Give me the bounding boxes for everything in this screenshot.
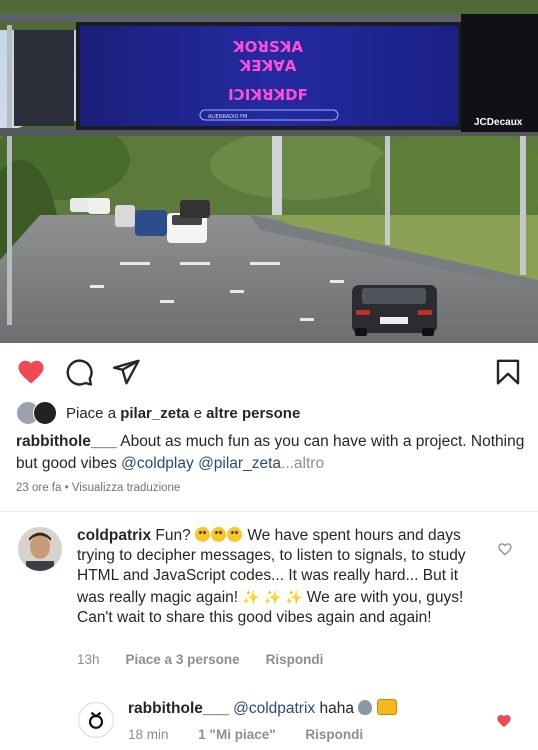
laughing-emoji-icon [211,527,227,542]
reply-text: haha [315,700,359,717]
comment-meta: 13h Piace a 3 persone Rispondi [77,652,349,667]
bus-emoji-icon [376,699,397,715]
comment-icon[interactable] [64,357,94,387]
avatar[interactable] [18,527,62,571]
post-caption: rabbithole___ About as much fun as you c… [16,431,526,475]
billboard-line-3: ꓲꓛꓲꓘꓤꓘꓓꓝ [228,86,308,104]
likes-others[interactable]: altre persone [206,405,300,422]
billboard-line-1: ꓘꓳꓤꓢꓘꓮ [232,38,303,56]
heart-outline-icon[interactable] [497,541,513,557]
likes-summary[interactable]: Piace a pilar_zeta e altre persone [16,400,300,426]
avatar[interactable] [78,702,114,738]
comment-username[interactable]: coldpatrix [77,527,151,544]
avatar [33,401,57,425]
likes-middle: e [189,404,207,422]
heart-filled-icon[interactable] [16,357,46,387]
mention-link[interactable]: @coldpatrix [233,700,315,717]
comment-body: coldpatrix Fun? We have spent hours and … [77,526,482,628]
comment-time: 13h [77,652,100,667]
reply-button[interactable]: Rispondi [305,727,363,742]
paper-plane-icon[interactable] [111,357,141,387]
post-meta: 23 ore fa • Visualizza traduzione [16,482,180,494]
mention-link[interactable]: @coldplay [121,455,194,472]
reply-username[interactable]: rabbithole___ [128,700,229,717]
laughing-emoji-icon [227,527,243,542]
reply-likes-link[interactable]: 1 "Mi piace" [198,727,275,742]
likes-user[interactable]: pilar_zeta [120,405,189,422]
divider [0,511,538,512]
caption-more-link[interactable]: ...altro [281,455,324,472]
reply-body: rabbithole___ @coldpatrix haha [128,699,397,719]
billboard-line-2: ꓘꓱꓘꓯꓮ [239,57,297,75]
caption-username[interactable]: rabbithole___ [16,433,117,450]
comment-text: Fun? [151,527,196,544]
comment-likes-link[interactable]: Piace a 3 persone [126,652,240,667]
see-translation-link[interactable]: Visualizza traduzione [72,482,180,494]
likes-text: Piace a pilar_zeta e altre persone [66,405,300,422]
billboard-brand-text: JCDecaux [474,117,523,128]
liker-avatars [16,401,58,425]
bookmark-icon[interactable] [493,357,523,387]
post-time: 23 ore fa [16,482,62,494]
post-photo[interactable]: JCDecaux ꓘꓳꓤꓢꓘꓮ ꓘꓱꓘꓯꓮ ꓲꓛꓲꓘꓤꓘꓓꓝ ALIENRADI… [0,0,538,343]
laughing-emoji-icon [195,527,211,542]
post-actions-bar [0,343,538,401]
reply-time: 18 min [128,727,169,742]
reply-meta: 18 min 1 "Mi piace" Rispondi [128,727,389,742]
reply-button[interactable]: Rispondi [266,652,324,667]
mention-link[interactable]: @pilar_zeta [198,455,281,472]
meta-separator: • [64,482,69,494]
alien-emoji-icon [358,700,373,715]
likes-prefix: Piace a [66,404,121,422]
billboard-footer-text: ALIENRADIO FM [208,114,247,120]
sparkles-icon: ✨ ✨ ✨ [242,588,303,605]
heart-filled-small-icon[interactable] [496,713,512,729]
